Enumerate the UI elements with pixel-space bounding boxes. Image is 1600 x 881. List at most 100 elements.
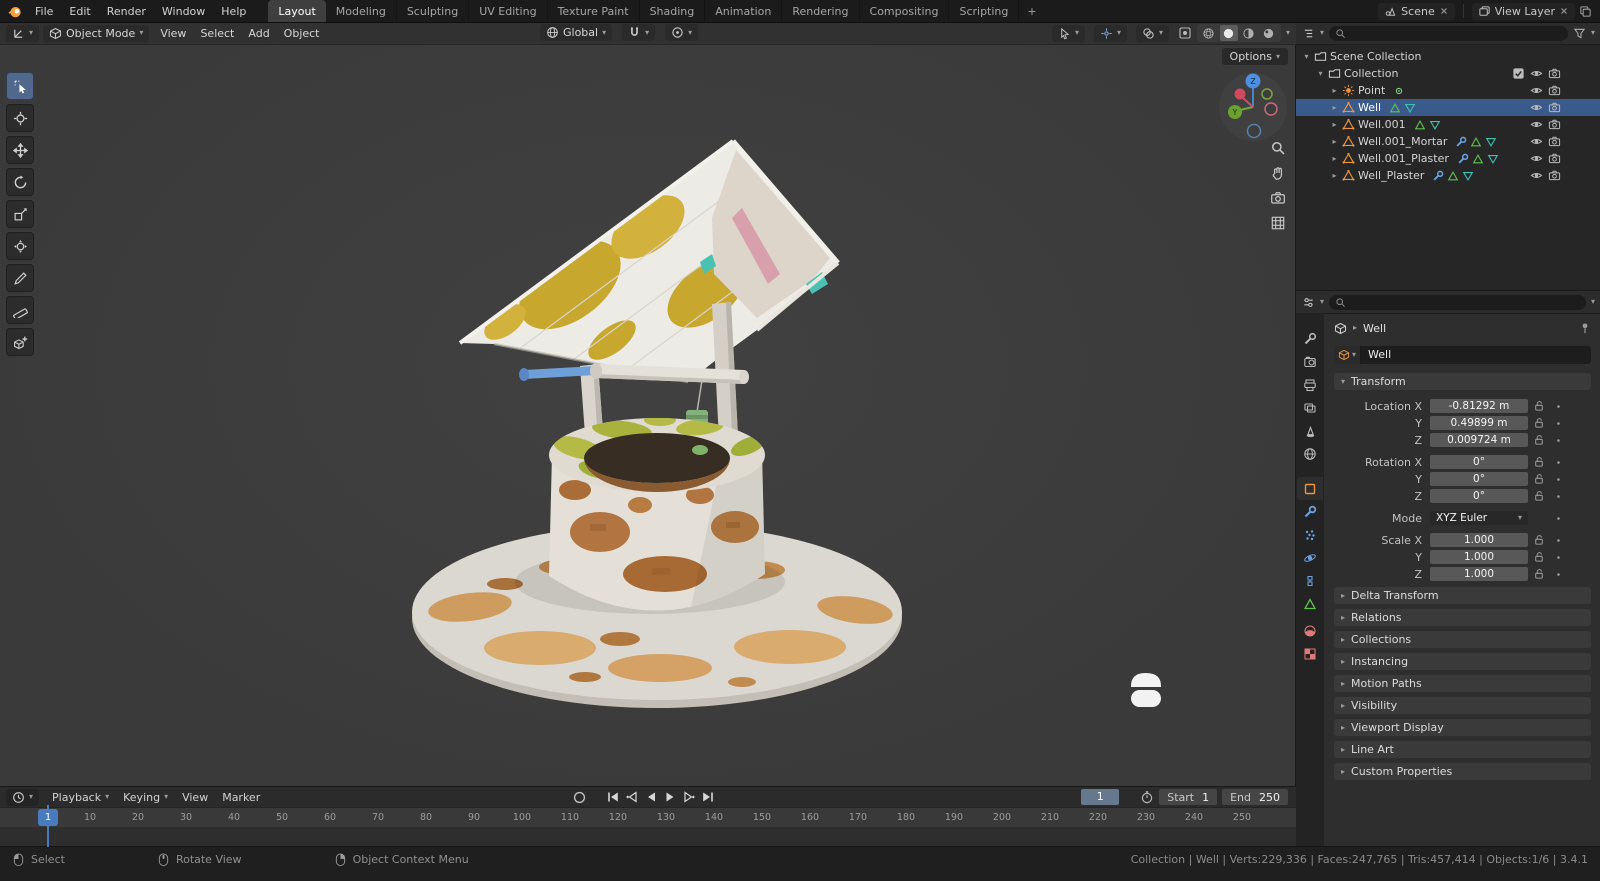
- field-location-x[interactable]: -0.81292 m: [1430, 399, 1528, 413]
- add-workspace-button[interactable]: +: [1019, 5, 1044, 18]
- lock-icon[interactable]: [1528, 473, 1550, 485]
- outliner-row-well-001-plaster[interactable]: ▸ Well.001_Plaster: [1296, 150, 1600, 167]
- workspace-tab-modeling[interactable]: Modeling: [326, 0, 397, 22]
- outliner-search-input[interactable]: [1329, 25, 1568, 41]
- editor-properties-icon[interactable]: [1302, 296, 1315, 309]
- properties-tab-modifiers[interactable]: [1297, 500, 1323, 523]
- keyframe-dot-icon[interactable]: [1550, 570, 1566, 579]
- tool-select-box[interactable]: [6, 72, 34, 100]
- viewport-menu-select[interactable]: Select: [193, 25, 241, 42]
- properties-tab-physics[interactable]: [1297, 546, 1323, 569]
- auto-keying-icon[interactable]: [572, 790, 587, 805]
- field-y[interactable]: 0°: [1430, 472, 1528, 486]
- field-z[interactable]: 1.000: [1430, 567, 1528, 581]
- field-rotation-x[interactable]: 0°: [1430, 455, 1528, 469]
- eye-icon[interactable]: [1530, 135, 1543, 148]
- playhead[interactable]: 1: [38, 809, 58, 826]
- menu-render[interactable]: Render: [99, 2, 154, 21]
- expand-closed-icon[interactable]: ▸: [1328, 137, 1341, 146]
- pan-hand-icon[interactable]: [1270, 165, 1286, 181]
- jump-to-end-icon[interactable]: [701, 790, 715, 804]
- lock-icon[interactable]: [1528, 400, 1550, 412]
- tool-transform[interactable]: [6, 232, 34, 260]
- viewport-menu-view[interactable]: View: [153, 25, 193, 42]
- keyframe-dot-icon[interactable]: [1550, 492, 1566, 501]
- mode-selector[interactable]: Object Mode ▾: [43, 24, 150, 42]
- lock-icon[interactable]: [1528, 534, 1550, 546]
- tool-move[interactable]: [6, 136, 34, 164]
- timeline-ruler[interactable]: 1 10 20 30 40 50 60 70 80 90 100 110 120 130 140 150 16…: [0, 807, 1296, 828]
- workspace-tab-animation[interactable]: Animation: [705, 0, 783, 22]
- orthographic-toggle-icon[interactable]: [1270, 215, 1286, 231]
- workspace-tab-layout[interactable]: Layout: [268, 0, 326, 22]
- properties-tab-material[interactable]: [1297, 619, 1323, 642]
- play-icon[interactable]: [663, 790, 677, 804]
- eye-icon[interactable]: [1530, 118, 1543, 131]
- proportional-editing-dropdown[interactable]: ▾: [665, 24, 699, 41]
- scene-selector[interactable]: Scene: [1378, 2, 1455, 20]
- chevron-down-icon[interactable]: ▾: [1591, 29, 1595, 37]
- outliner-row-well-001[interactable]: ▸ Well.001: [1296, 116, 1600, 133]
- camera-view-icon[interactable]: [1270, 190, 1286, 206]
- selectability-dropdown[interactable]: ▾: [1051, 24, 1085, 42]
- timeline-menu-playback[interactable]: Playback ▾: [45, 789, 116, 806]
- play-reverse-icon[interactable]: [644, 790, 658, 804]
- expand-closed-icon[interactable]: ▸: [1328, 86, 1341, 95]
- eye-icon[interactable]: [1530, 84, 1543, 97]
- keyframe-dot-icon[interactable]: [1550, 514, 1566, 523]
- panel-collections[interactable]: ▸ Collections: [1334, 631, 1591, 648]
- panel-instancing[interactable]: ▸ Instancing: [1334, 653, 1591, 670]
- outliner-row-well-plaster[interactable]: ▸ Well_Plaster: [1296, 167, 1600, 184]
- menu-window[interactable]: Window: [154, 2, 213, 21]
- chevron-down-icon[interactable]: ▾: [1591, 298, 1595, 306]
- eye-icon[interactable]: [1530, 169, 1543, 182]
- editor-type-selector[interactable]: ▾: [6, 24, 40, 42]
- jump-to-start-icon[interactable]: [606, 790, 620, 804]
- shading-wireframe-icon[interactable]: [1200, 25, 1218, 41]
- transform-orientation-dropdown[interactable]: Global ▾: [540, 24, 613, 41]
- navigation-gizmo[interactable]: Z Y: [1215, 69, 1291, 148]
- timeline-menu-marker[interactable]: Marker: [215, 789, 267, 806]
- unlink-scene-icon[interactable]: [1439, 6, 1449, 16]
- lock-icon[interactable]: [1528, 490, 1550, 502]
- blender-logo-icon[interactable]: [8, 4, 23, 19]
- field-z[interactable]: 0.009724 m: [1430, 433, 1528, 447]
- menu-help[interactable]: Help: [213, 2, 254, 21]
- eye-icon[interactable]: [1530, 152, 1543, 165]
- viewport-canvas[interactable]: [0, 22, 1296, 786]
- viewport-menu-object[interactable]: Object: [277, 25, 327, 42]
- keyframe-dot-icon[interactable]: [1550, 419, 1566, 428]
- properties-tab-object-data[interactable]: [1297, 592, 1323, 615]
- snap-dropdown[interactable]: ▾: [622, 24, 656, 41]
- editor-outliner-icon[interactable]: [1302, 27, 1315, 40]
- properties-tab-texture[interactable]: [1297, 642, 1323, 665]
- view-layer-selector[interactable]: View Layer: [1471, 2, 1575, 20]
- properties-tab-render[interactable]: [1297, 350, 1323, 373]
- outliner-row-point[interactable]: ▸ Point: [1296, 82, 1600, 99]
- field-z[interactable]: 0°: [1430, 489, 1528, 503]
- zoom-icon[interactable]: [1270, 140, 1286, 156]
- overlays-dropdown[interactable]: ▾: [1135, 24, 1169, 42]
- keyframe-dot-icon[interactable]: [1550, 536, 1566, 545]
- field-y[interactable]: 1.000: [1430, 550, 1528, 564]
- keyframe-dot-icon[interactable]: [1550, 402, 1566, 411]
- outliner-row-scene-collection[interactable]: ▾ Scene Collection: [1296, 48, 1600, 65]
- expand-closed-icon[interactable]: ▸: [1328, 120, 1341, 129]
- properties-tab-world[interactable]: [1297, 442, 1323, 465]
- camera-icon[interactable]: [1548, 118, 1561, 131]
- lock-icon[interactable]: [1528, 417, 1550, 429]
- lock-icon[interactable]: [1528, 568, 1550, 580]
- panel-viewport-display[interactable]: ▸ Viewport Display: [1334, 719, 1591, 736]
- camera-icon[interactable]: [1548, 67, 1561, 80]
- tool-rotate[interactable]: [6, 168, 34, 196]
- camera-icon[interactable]: [1548, 152, 1561, 165]
- xray-toggle-icon[interactable]: [1178, 26, 1192, 40]
- filter-icon[interactable]: [1573, 27, 1586, 40]
- timeline-editor-selector[interactable]: ▾: [6, 788, 40, 806]
- outliner-row-well-001-mortar[interactable]: ▸ Well.001_Mortar: [1296, 133, 1600, 150]
- panel-delta-transform[interactable]: ▸ Delta Transform: [1334, 587, 1591, 604]
- menu-file[interactable]: File: [27, 2, 61, 21]
- shading-dropdown-icon[interactable]: ▾: [1286, 29, 1290, 37]
- start-frame-field[interactable]: Start 1: [1159, 789, 1218, 805]
- expand-closed-icon[interactable]: ▸: [1328, 171, 1341, 180]
